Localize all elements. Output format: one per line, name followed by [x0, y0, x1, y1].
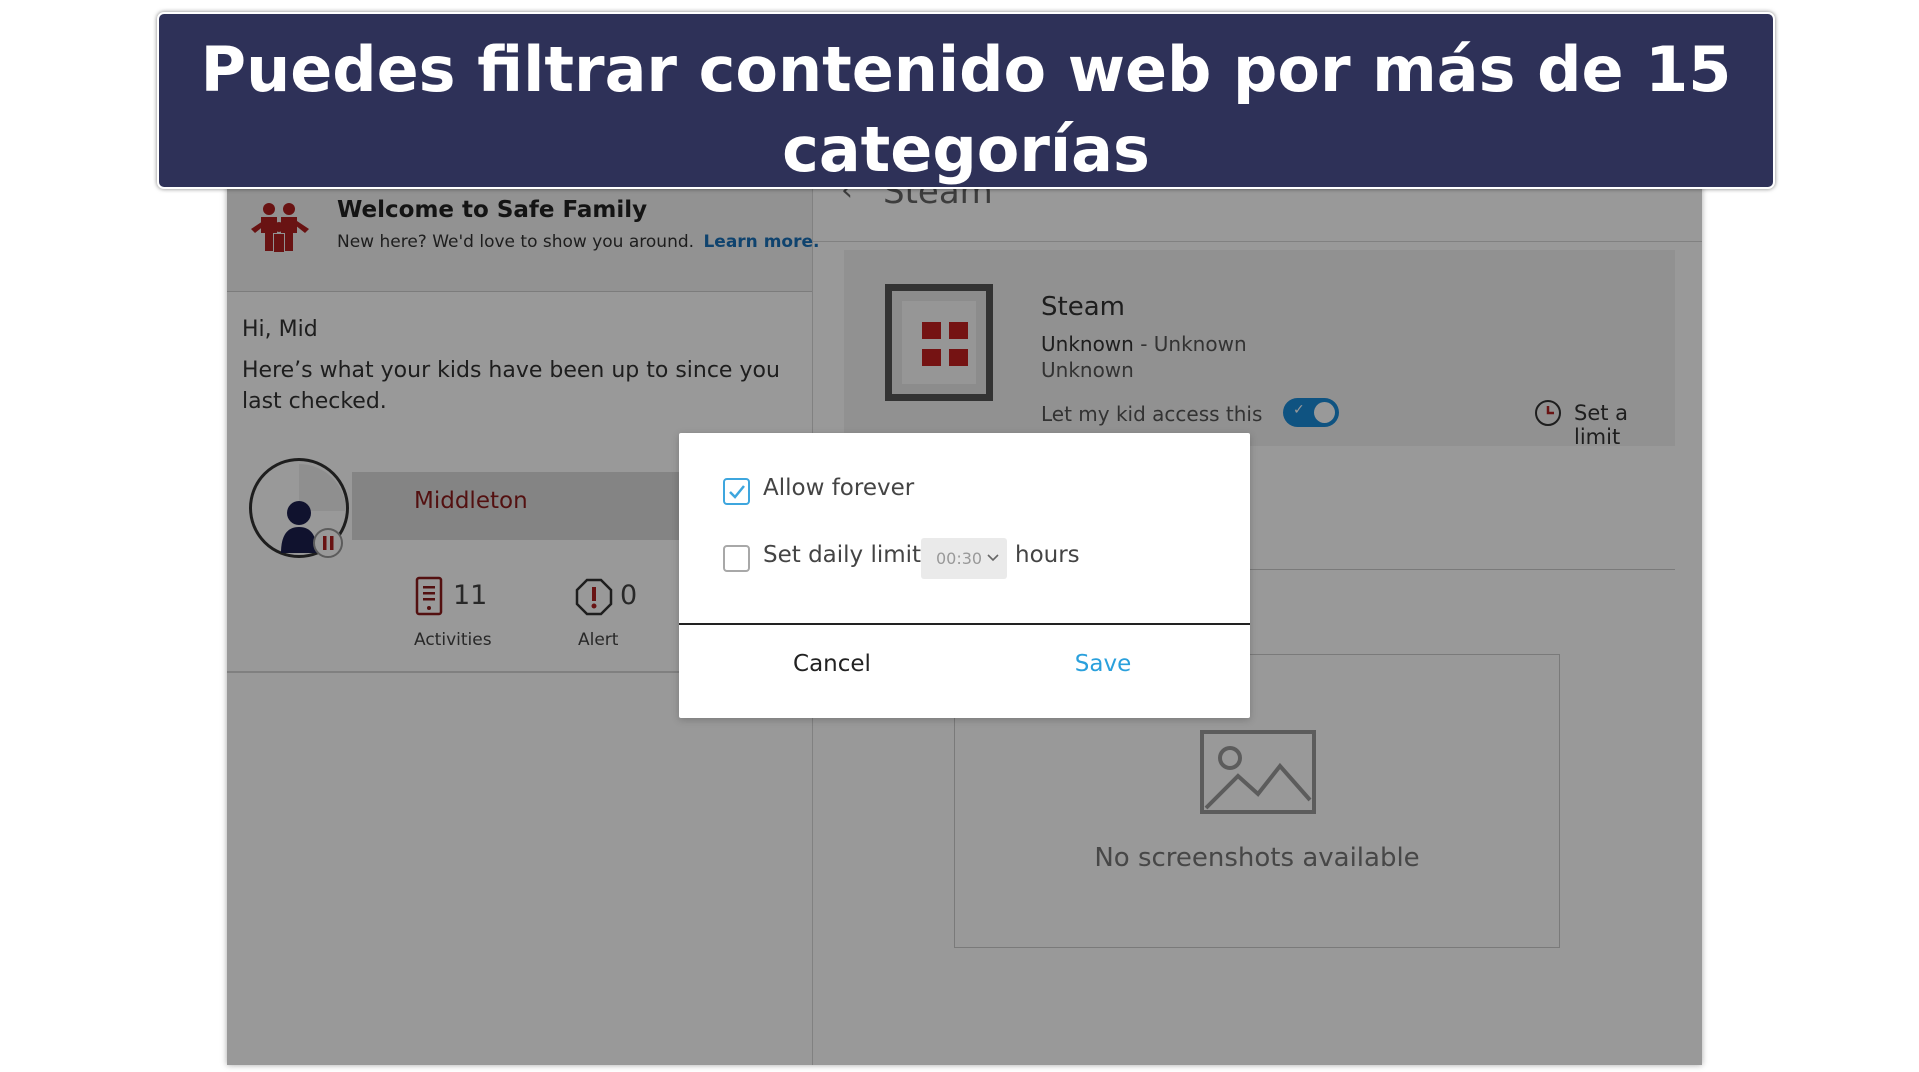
allow-forever-label[interactable]: Allow forever: [763, 475, 914, 501]
hours-label: hours: [1015, 542, 1080, 568]
caption-text: Puedes filtrar contenido web por más de …: [200, 33, 1732, 186]
safe-family-app: Welcome to Safe Family New here? We'd lo…: [227, 183, 1702, 1065]
daily-limit-value: 00:30: [936, 549, 983, 568]
checkmark-icon: [729, 485, 745, 499]
daily-limit-select[interactable]: 00:30: [921, 538, 1007, 579]
daily-limit-label[interactable]: Set daily limit: [763, 542, 921, 568]
allow-forever-checkbox[interactable]: [723, 478, 750, 505]
save-button[interactable]: Save: [963, 651, 1243, 677]
dialog-divider: [679, 623, 1250, 625]
limit-dialog: Allow forever Set daily limit 00:30 hour…: [679, 433, 1250, 718]
caption-banner: Puedes filtrar contenido web por más de …: [157, 12, 1775, 189]
daily-limit-checkbox[interactable]: [723, 545, 750, 572]
chevron-down-icon: [987, 554, 999, 562]
cancel-button[interactable]: Cancel: [692, 651, 972, 677]
